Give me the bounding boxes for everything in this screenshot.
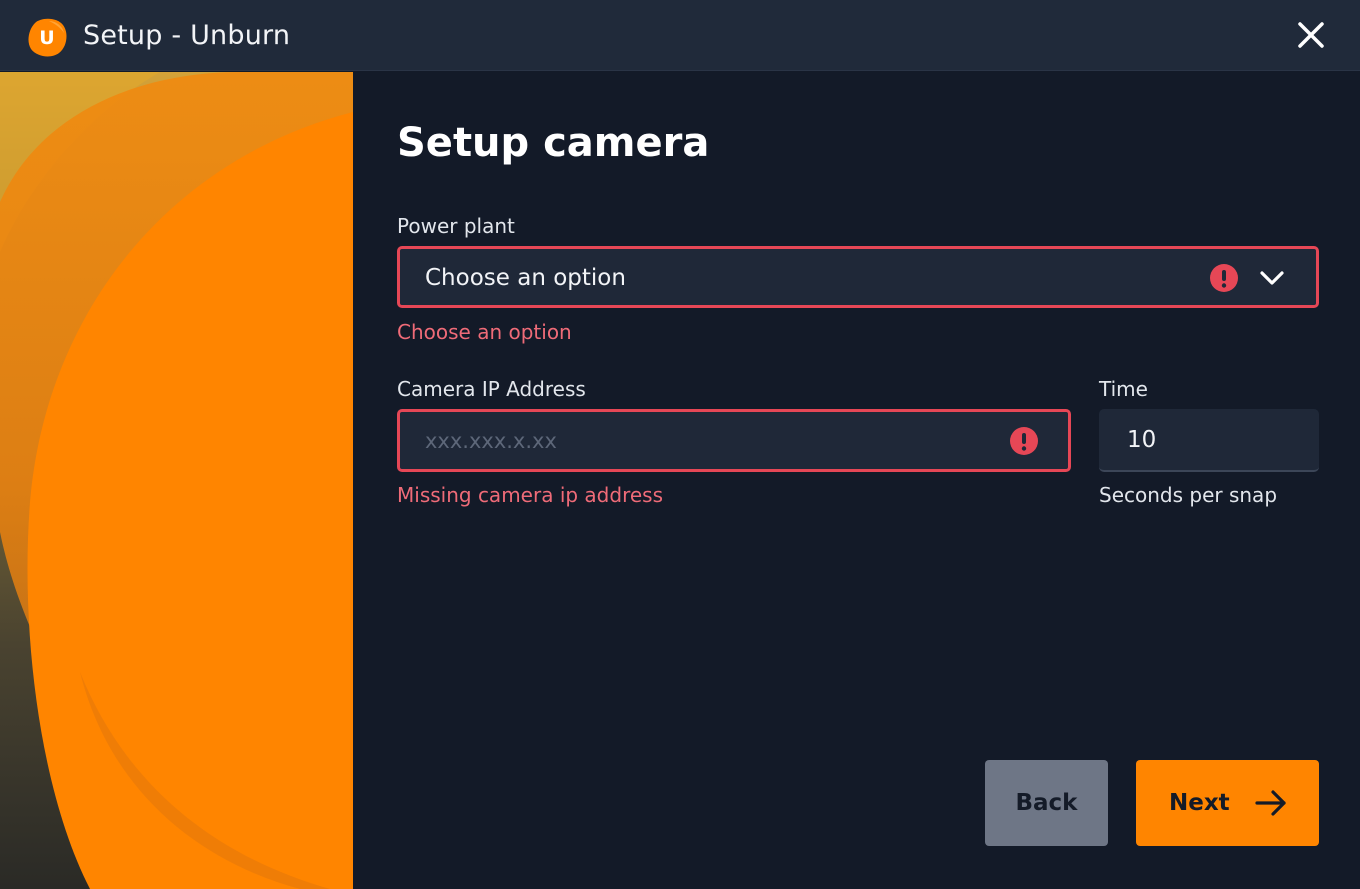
power-plant-selected-value: Choose an option (425, 265, 626, 291)
page-title: Setup camera (397, 120, 710, 166)
close-icon (1298, 22, 1324, 48)
setup-window: U Setup - Unburn Setup camera Power plan… (0, 0, 1360, 889)
time-field[interactable] (1099, 409, 1319, 472)
next-button-label: Next (1169, 790, 1230, 816)
time-input[interactable] (1099, 409, 1319, 470)
decorative-art-panel (0, 72, 353, 889)
window-title: Setup - Unburn (83, 20, 291, 51)
power-plant-select[interactable]: Choose an option (397, 246, 1319, 308)
title-bar: U Setup - Unburn (0, 0, 1360, 71)
setup-form: Setup camera Power plant Choose an optio… (353, 72, 1360, 889)
close-button[interactable] (1290, 16, 1332, 56)
camera-ip-input[interactable] (400, 412, 1000, 469)
arrow-right-icon (1254, 788, 1288, 818)
power-plant-error: Choose an option (397, 320, 572, 344)
camera-ip-field[interactable] (397, 409, 1071, 472)
time-helper-text: Seconds per snap (1099, 483, 1278, 507)
back-button[interactable]: Back (985, 760, 1108, 846)
unburn-logo-icon: U (27, 17, 67, 57)
camera-ip-label: Camera IP Address (397, 377, 586, 401)
next-button[interactable]: Next (1136, 760, 1319, 846)
chevron-down-icon[interactable] (1258, 265, 1286, 291)
back-button-label: Back (1015, 790, 1078, 816)
exclamation-circle-icon (1010, 427, 1038, 455)
logo-letter: U (39, 27, 54, 49)
time-label: Time (1099, 377, 1148, 401)
power-plant-label: Power plant (397, 214, 515, 238)
exclamation-circle-icon (1210, 264, 1238, 292)
camera-ip-error: Missing camera ip address (397, 483, 663, 507)
